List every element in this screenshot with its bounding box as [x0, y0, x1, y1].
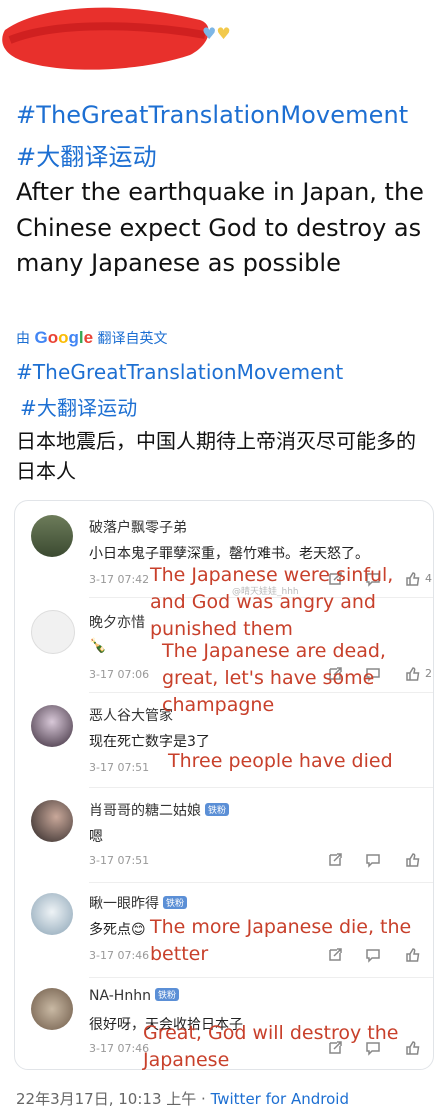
comment-username[interactable]: 晚夕亦惜 — [89, 612, 145, 632]
redaction-scribble — [2, 7, 209, 70]
comment-username[interactable]: NA-Hnhn 铁粉 — [89, 988, 179, 1004]
comment-time: 3-17 07:51 — [89, 854, 150, 867]
avatar — [31, 610, 75, 654]
comment-time: 3-17 07:06 — [89, 668, 150, 681]
avatar — [31, 893, 73, 935]
tweet-footer: 22年3月17日, 10:13 上午 · Twitter for Android — [16, 1088, 349, 1109]
translated-prefix: 由 — [16, 331, 30, 347]
divider — [89, 787, 433, 788]
comment-username[interactable]: 恶人谷大管家 — [89, 705, 173, 725]
comment-time: 3-17 07:42 — [89, 573, 150, 586]
divider — [89, 977, 433, 978]
footer-separator: · — [196, 1090, 211, 1108]
translation-overlay-3: Three people have died — [168, 750, 393, 772]
translation-overlay-2: The Japanese are dead, great, let's have… — [162, 640, 386, 716]
like-icon[interactable] — [405, 852, 421, 868]
translated-hashtag-zh[interactable]: #大翻译运动 — [20, 392, 137, 421]
comment-time: 3-17 07:51 — [89, 761, 150, 774]
heart-emojis: ♥♥ — [202, 24, 231, 43]
translation-overlay-1: The Japanese were sinful, and God was an… — [150, 564, 394, 640]
comment-text: 多死点😊 — [89, 922, 146, 938]
hashtag-zh[interactable]: #大翻译运动 — [16, 137, 157, 172]
comment-actions — [327, 852, 427, 870]
comment-username-text: 瞅一眼昨得 — [89, 896, 159, 912]
comment-time: 3-17 07:46 — [89, 1042, 150, 1055]
reply-icon[interactable] — [365, 852, 381, 868]
fan-badge: 铁粉 — [163, 896, 188, 909]
translation-overlay-5: Great, God will destroy the Japanese — [143, 1022, 399, 1071]
comment-username[interactable]: 破落户飘零子弟 — [89, 517, 187, 537]
tweet-timestamp[interactable]: 22年3月17日, 10:13 上午 — [16, 1090, 196, 1108]
fan-badge: 铁粉 — [205, 803, 230, 816]
comment-username-text: 肖哥哥的糖二姑娘 — [89, 803, 201, 819]
comment-username[interactable]: 肖哥哥的糖二姑娘 铁粉 — [89, 800, 230, 820]
tweet-source[interactable]: Twitter for Android — [211, 1090, 349, 1108]
comment-time: 3-17 07:46 — [89, 949, 150, 962]
comment-text: 🍾 — [89, 638, 107, 654]
google-logo: Google — [34, 328, 94, 347]
hashtag-en[interactable]: #TheGreatTranslationMovement — [16, 101, 408, 129]
share-icon[interactable] — [327, 852, 343, 868]
comment-text: 小日本鬼子罪孽深重，罄竹难书。老天怒了。 — [89, 546, 369, 562]
avatar — [31, 988, 73, 1030]
translated-tweet-text: 日本地震后，中国人期待上帝消灭尽可能多的日本人 — [16, 429, 416, 483]
translated-suffix: 翻译自英文 — [97, 331, 168, 347]
comment-text: 嗯 — [89, 829, 103, 845]
avatar — [31, 705, 73, 747]
translated-hashtag-en[interactable]: #TheGreatTranslationMovement — [16, 360, 343, 384]
avatar — [31, 515, 73, 557]
translated-by-google[interactable]: 由 Google 翻译自英文 — [16, 328, 168, 348]
comment-username[interactable]: 瞅一眼昨得 铁粉 — [89, 893, 188, 913]
fan-badge: 铁粉 — [154, 988, 179, 1001]
avatar — [31, 800, 73, 842]
tweet-text: After the earthquake in Japan, the Chine… — [16, 178, 424, 277]
comment-username-text: NA-Hnhn — [89, 988, 151, 1004]
divider — [89, 882, 433, 883]
translation-overlay-4: The more Japanese die, the better — [150, 916, 412, 965]
